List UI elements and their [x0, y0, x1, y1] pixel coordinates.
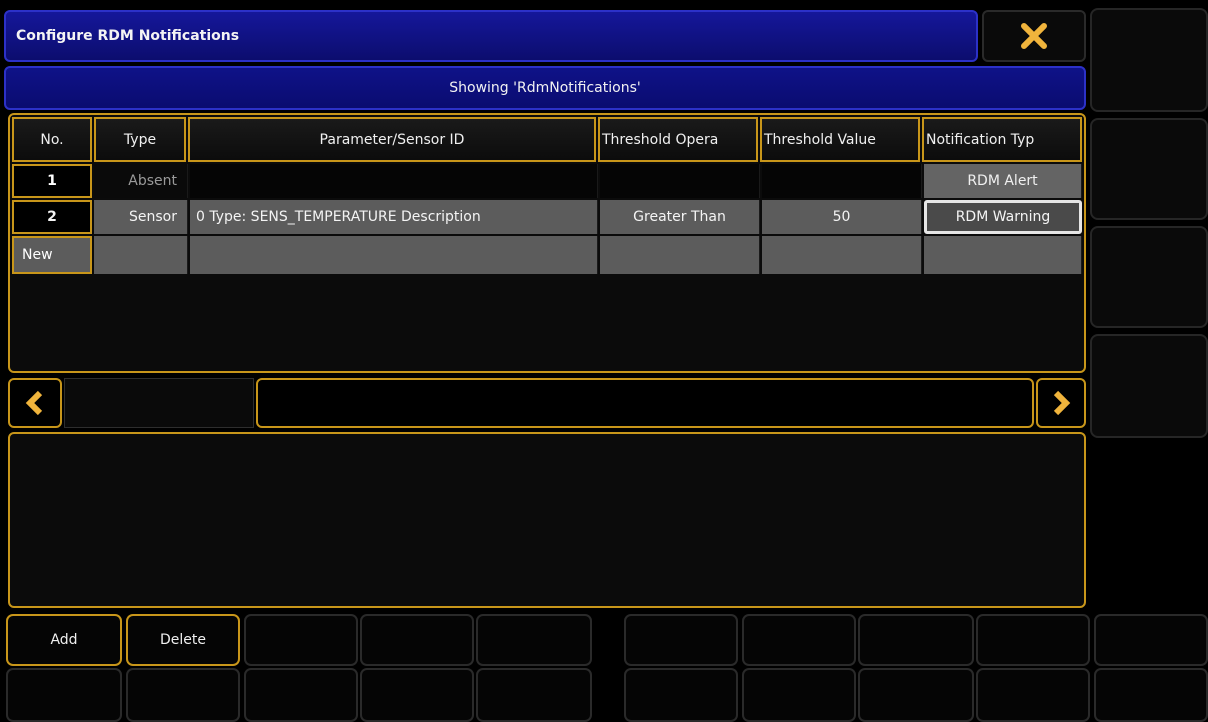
window-title-bar: Configure RDM Notifications — [4, 10, 978, 62]
threshold-value-cell[interactable] — [762, 164, 922, 198]
scrollbar-thumb[interactable] — [64, 378, 254, 428]
threshold-operator-cell[interactable]: Greater Than — [600, 200, 760, 234]
empty-button[interactable] — [1094, 668, 1208, 722]
delete-button[interactable]: Delete — [126, 614, 240, 666]
type-cell[interactable]: Sensor — [94, 200, 188, 234]
notifications-table: No. Type Parameter/Sensor ID Threshold O… — [8, 113, 1086, 373]
scroll-left-button[interactable] — [8, 378, 62, 428]
threshold-value-cell[interactable]: 50 — [762, 200, 922, 234]
type-cell[interactable]: Absent — [94, 164, 188, 198]
parameter-cell[interactable]: 0 Type: SENS_TEMPERATURE Description — [190, 200, 598, 234]
header-threshold-value[interactable]: Threshold Value — [760, 117, 920, 162]
empty-button[interactable] — [624, 614, 738, 666]
new-row-label[interactable]: New — [12, 236, 92, 274]
empty-button[interactable] — [476, 614, 592, 666]
empty-button[interactable] — [976, 614, 1090, 666]
chevron-right-icon — [1053, 390, 1071, 416]
add-button[interactable]: Add — [6, 614, 122, 666]
scrollbar-track[interactable] — [256, 378, 1034, 428]
close-button[interactable] — [982, 10, 1086, 62]
scroll-right-button[interactable] — [1036, 378, 1086, 428]
parameter-cell[interactable] — [190, 236, 598, 274]
row-number[interactable]: 1 — [12, 164, 92, 198]
empty-button[interactable] — [476, 668, 592, 722]
empty-button[interactable] — [742, 614, 856, 666]
side-button[interactable] — [1090, 118, 1208, 220]
notification-type-cell[interactable]: RDM Alert — [924, 164, 1082, 198]
header-notification-type[interactable]: Notification Typ — [922, 117, 1082, 162]
empty-button[interactable] — [126, 668, 240, 722]
empty-button[interactable] — [244, 614, 358, 666]
side-button[interactable] — [1090, 334, 1208, 438]
empty-button[interactable] — [976, 668, 1090, 722]
empty-button[interactable] — [244, 668, 358, 722]
close-icon — [1021, 23, 1047, 49]
threshold-operator-cell[interactable] — [600, 164, 760, 198]
side-button[interactable] — [1090, 8, 1208, 112]
empty-button[interactable] — [624, 668, 738, 722]
header-threshold-operator[interactable]: Threshold Opera — [598, 117, 758, 162]
empty-button[interactable] — [1094, 614, 1208, 666]
header-parameter-sensor-id[interactable]: Parameter/Sensor ID — [188, 117, 596, 162]
empty-button[interactable] — [858, 668, 974, 722]
notification-type-cell-selected[interactable]: RDM Warning — [924, 200, 1082, 234]
empty-button[interactable] — [742, 668, 856, 722]
subtitle-bar: Showing 'RdmNotifications' — [4, 66, 1086, 110]
info-panel — [8, 432, 1086, 608]
threshold-operator-cell[interactable] — [600, 236, 760, 274]
header-type[interactable]: Type — [94, 117, 186, 162]
side-button[interactable] — [1090, 226, 1208, 328]
subtitle-text: Showing 'RdmNotifications' — [449, 80, 641, 96]
window-title: Configure RDM Notifications — [16, 28, 240, 44]
row-number[interactable]: 2 — [12, 200, 92, 234]
empty-button[interactable] — [360, 614, 474, 666]
notification-type-cell[interactable] — [924, 236, 1082, 274]
parameter-cell[interactable] — [190, 164, 598, 198]
chevron-left-icon — [25, 390, 43, 416]
type-cell[interactable] — [94, 236, 188, 274]
header-no[interactable]: No. — [12, 117, 92, 162]
empty-button[interactable] — [360, 668, 474, 722]
threshold-value-cell[interactable] — [762, 236, 922, 274]
empty-button[interactable] — [858, 614, 974, 666]
empty-button[interactable] — [6, 668, 122, 722]
